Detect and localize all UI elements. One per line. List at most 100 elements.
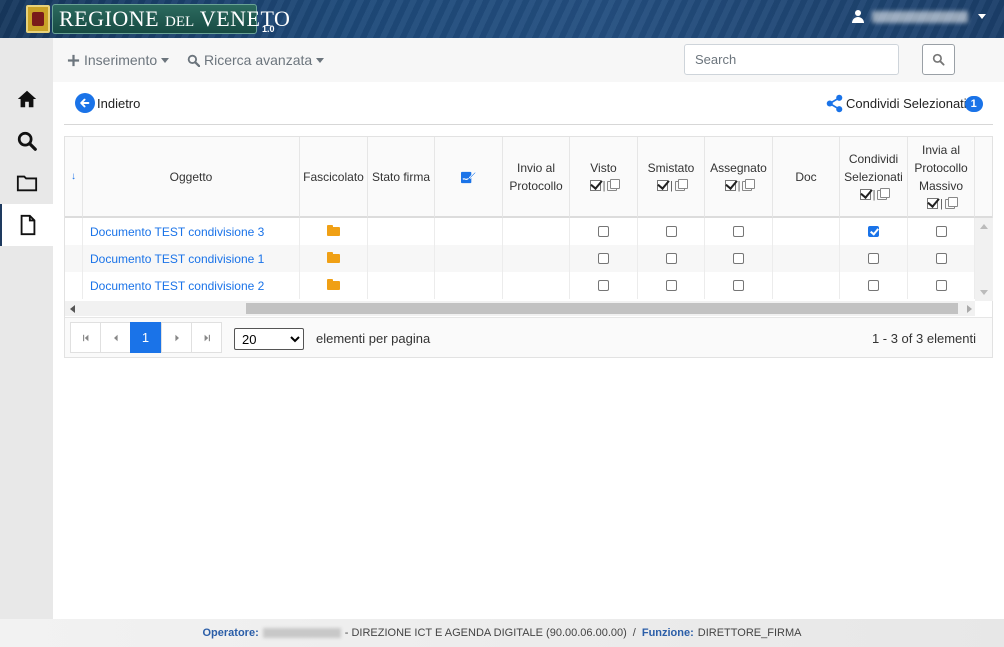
folder-icon[interactable] <box>327 279 340 290</box>
sidebar-item-folders[interactable] <box>0 162 53 204</box>
visto-checkbox[interactable] <box>598 253 609 264</box>
copy-icon[interactable] <box>607 178 621 191</box>
insert-menu[interactable]: Inserimento <box>67 52 170 68</box>
assegnato-checkbox[interactable] <box>733 253 744 264</box>
assegnato-checkbox[interactable] <box>733 226 744 237</box>
select-all-controls[interactable]: | <box>589 177 621 195</box>
table-row[interactable]: Documento TEST condivisione 3 <box>65 218 975 245</box>
column-header-label: Massivo <box>918 178 963 193</box>
previous-page-button[interactable] <box>100 322 131 353</box>
cell-oggetto: Documento TEST condivisione 3 <box>83 218 300 245</box>
cell-assegnato <box>705 245 773 272</box>
column-header-fascicolato[interactable]: Fascicolato <box>300 137 368 218</box>
visto-checkbox[interactable] <box>598 280 609 291</box>
condividi-checkbox[interactable] <box>868 226 879 237</box>
assegnato-checkbox[interactable] <box>733 280 744 291</box>
copy-icon[interactable] <box>674 178 688 191</box>
smistato-checkbox[interactable] <box>665 280 677 291</box>
share-selected-button[interactable]: Condividi Selezionati 1 <box>825 94 983 113</box>
copy-icon[interactable] <box>742 178 756 191</box>
column-header-invia-massivo[interactable]: Invia al Protocollo Massivo | <box>908 137 975 218</box>
vertical-scrollbar[interactable] <box>975 218 993 301</box>
column-header-label: Oggetto <box>169 169 213 184</box>
page-size-select[interactable]: 20 <box>234 328 304 350</box>
table-row[interactable]: Documento TEST condivisione 1 <box>65 245 975 272</box>
horizontal-scrollbar[interactable] <box>65 301 975 316</box>
separator: | <box>602 179 606 192</box>
first-page-button[interactable] <box>70 322 101 353</box>
footer-separator: / <box>632 627 636 639</box>
document-link[interactable]: Documento TEST condivisione 3 <box>90 225 264 239</box>
last-page-icon <box>204 334 210 341</box>
smistato-checkbox[interactable] <box>665 226 677 237</box>
scroll-right-arrow-icon[interactable] <box>967 305 972 313</box>
table-row[interactable]: Documento TEST condivisione 2 <box>65 272 975 299</box>
row-gutter <box>65 245 83 272</box>
operator-department: - DIREZIONE ICT E AGENDA DIGITALE (90.00… <box>344 627 627 639</box>
insert-menu-label: Inserimento <box>84 52 158 68</box>
sidebar-item-documents[interactable] <box>0 204 53 246</box>
user-menu[interactable] <box>852 10 986 23</box>
brand-title[interactable]: REGIONE DEL VENETO <box>59 6 290 32</box>
column-header-assegnato[interactable]: Assegnato | <box>705 137 773 218</box>
pagination-info: 1 - 3 of 3 elementi <box>871 331 976 346</box>
smistato-checkbox[interactable] <box>665 253 677 264</box>
document-link[interactable]: Documento TEST condivisione 2 <box>90 279 264 293</box>
column-header-oggetto[interactable]: Oggetto <box>83 137 300 218</box>
select-all-controls[interactable]: | <box>657 177 688 195</box>
column-header-condividi[interactable]: Condividi Selezionati | <box>840 137 908 218</box>
column-header-invio-protocollo[interactable]: Invio al Protocollo <box>503 137 570 218</box>
column-header-doc[interactable]: Doc <box>773 137 840 218</box>
check-all-icon[interactable] <box>589 180 601 191</box>
check-all-icon[interactable] <box>724 180 736 191</box>
column-header-label: Condividi <box>848 151 899 166</box>
invia-checkbox[interactable] <box>935 226 947 237</box>
user-icon <box>852 10 864 23</box>
scroll-down-arrow-icon[interactable] <box>980 290 988 295</box>
cell-assegnato <box>705 218 773 245</box>
folder-icon[interactable] <box>327 252 340 263</box>
condividi-checkbox[interactable] <box>868 280 879 291</box>
visto-checkbox[interactable] <box>598 226 609 237</box>
last-page-button[interactable] <box>191 322 222 353</box>
check-all-icon[interactable] <box>657 180 669 191</box>
search-button[interactable] <box>922 44 955 75</box>
column-header-stato-firma[interactable]: Stato firma <box>368 137 435 218</box>
invia-checkbox[interactable] <box>935 253 947 264</box>
scroll-up-arrow-icon[interactable] <box>980 224 988 229</box>
scroll-left-arrow-icon[interactable] <box>70 305 75 313</box>
status-footer: Operatore: - DIREZIONE ICT E AGENDA DIGI… <box>0 619 1004 647</box>
cell-condividi <box>840 272 908 299</box>
folder-icon[interactable] <box>327 225 340 236</box>
row-gutter <box>65 272 83 299</box>
copy-icon[interactable] <box>877 187 891 200</box>
cell-oggetto: Documento TEST condivisione 1 <box>83 245 300 272</box>
column-header-sort[interactable]: ↓ <box>65 137 83 218</box>
back-button[interactable]: Indietro <box>75 93 140 113</box>
condividi-checkbox[interactable] <box>868 253 879 264</box>
sidebar-item-search[interactable] <box>0 120 53 162</box>
advanced-search-menu[interactable]: Ricerca avanzata <box>187 52 325 68</box>
scrollbar-thumb[interactable] <box>246 303 958 314</box>
document-link[interactable]: Documento TEST condivisione 1 <box>90 252 264 266</box>
select-all-controls[interactable]: | <box>724 177 756 195</box>
column-header-visto[interactable]: Visto | <box>570 137 638 218</box>
select-all-controls[interactable]: | <box>927 195 958 213</box>
cell-stato-firma <box>368 272 435 299</box>
page-1-button[interactable]: 1 <box>130 322 161 353</box>
column-header-spacer <box>975 137 992 218</box>
select-all-controls[interactable]: | <box>859 186 891 204</box>
copy-icon[interactable] <box>944 196 958 209</box>
column-header-sign[interactable] <box>435 137 503 218</box>
cell-sign <box>435 245 503 272</box>
cell-invio <box>503 272 570 299</box>
operator-label: Operatore: <box>202 627 259 639</box>
invia-checkbox[interactable] <box>935 280 947 291</box>
check-all-icon[interactable] <box>859 189 871 200</box>
column-header-smistato[interactable]: Smistato | <box>638 137 705 218</box>
check-all-icon[interactable] <box>927 198 939 209</box>
user-name-redacted <box>872 10 968 23</box>
search-input[interactable] <box>684 44 899 75</box>
next-page-button[interactable] <box>161 322 192 353</box>
sidebar-item-home[interactable] <box>0 78 53 120</box>
